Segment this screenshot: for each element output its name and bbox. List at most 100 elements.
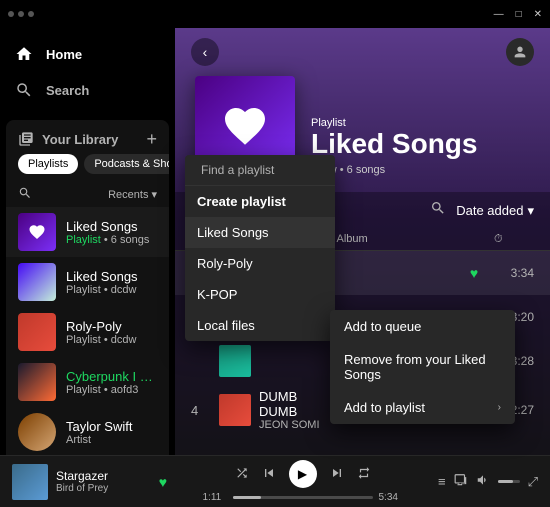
sidebar-label-search: Search	[46, 83, 89, 98]
main-header: ‹	[175, 28, 550, 76]
track-cover	[219, 345, 251, 377]
sort-chevron-icon: ▾	[151, 188, 157, 201]
list-item[interactable]: Liked Songs Playlist • dcdw	[6, 257, 169, 307]
player-heart-button[interactable]: ♥	[159, 474, 167, 490]
fullscreen-icon[interactable]: ⤢	[528, 474, 538, 490]
player-track-info: Stargazer Bird of Prey	[56, 469, 151, 494]
playlist-meta: dcdw • 6 songs	[311, 164, 530, 176]
dot-2	[18, 11, 24, 17]
library-search-icon[interactable]	[18, 186, 32, 203]
time-elapsed: 1:11	[203, 492, 227, 503]
close-button[interactable]: ✕	[534, 9, 542, 20]
item-sub: Playlist • 6 songs	[66, 234, 157, 246]
item-name: Liked Songs	[66, 269, 157, 284]
item-info: Cyberpunk I Retro Future Playlist • aofd…	[66, 369, 157, 396]
playlist-dropdown: Create playlist Liked Songs Roly-Poly K-…	[185, 155, 335, 341]
player-track-name: Stargazer	[56, 469, 151, 483]
play-pause-button[interactable]: ▶	[289, 460, 317, 488]
shuffle-button[interactable]	[235, 466, 249, 483]
title-bar: — □ ✕	[0, 0, 550, 28]
track-details: DUMB DUMB JEON SOMI	[259, 389, 337, 431]
minimize-button[interactable]: —	[494, 9, 504, 20]
home-icon	[14, 44, 34, 64]
recents-label-text: Recents	[108, 189, 148, 201]
list-item[interactable]: Liked Songs Playlist • 6 songs	[6, 207, 169, 257]
item-name: Liked Songs	[66, 219, 157, 234]
library-search-row: Recents ▾	[6, 182, 169, 207]
context-remove-label: Remove from your Liked Songs	[344, 352, 501, 382]
maximize-button[interactable]: □	[516, 9, 522, 20]
next-button[interactable]	[329, 465, 345, 484]
item-sub: Playlist • dcdw	[66, 334, 157, 346]
sidebar-nav: Home Search	[0, 28, 175, 116]
date-filter[interactable]: Date added ▾	[456, 203, 534, 219]
progress-fill	[233, 496, 261, 499]
item-thumbnail	[18, 263, 56, 301]
date-filter-chevron-icon: ▾	[527, 203, 534, 219]
list-item[interactable]: Roly-Poly Playlist • dcdw	[6, 307, 169, 357]
search-tracks-button[interactable]	[430, 200, 446, 221]
dropdown-create-playlist[interactable]: Create playlist	[185, 186, 335, 217]
col-album: Album	[337, 233, 455, 246]
item-name: Roly-Poly	[66, 319, 157, 334]
volume-icon[interactable]	[476, 473, 490, 490]
track-cover	[219, 394, 251, 426]
item-sub: Artist	[66, 434, 157, 446]
sidebar-item-home[interactable]: Home	[0, 36, 175, 72]
context-add-to-queue[interactable]: Add to queue	[330, 310, 515, 343]
search-icon	[14, 80, 34, 100]
track-heart[interactable]: ♥	[454, 265, 494, 281]
player-right: ≡ ⤢	[438, 473, 538, 490]
library-section: Your Library + Playlists Podcasts & Show…	[6, 120, 169, 503]
recents-sort[interactable]: Recents ▾	[108, 188, 157, 201]
date-filter-label: Date added	[456, 203, 523, 218]
library-title-text: Your Library	[42, 132, 118, 147]
dropdown-roly-poly[interactable]: Roly-Poly	[185, 248, 335, 279]
progress-track[interactable]	[233, 496, 373, 499]
progress-row: 1:11 5:34	[203, 492, 403, 503]
player-track-artist: Bird of Prey	[56, 483, 151, 494]
queue-icon[interactable]: ≡	[438, 474, 446, 489]
filter-playlists[interactable]: Playlists	[18, 154, 78, 174]
dropdown-kpop[interactable]: K-POP	[185, 279, 335, 310]
find-playlist-input[interactable]	[201, 163, 335, 177]
title-bar-dots	[8, 11, 34, 17]
player-left: Stargazer Bird of Prey ♥	[12, 464, 167, 500]
playlist-badge: Playlist	[66, 234, 101, 246]
item-info: Liked Songs Playlist • 6 songs	[66, 219, 157, 246]
context-playlist-label: Add to playlist	[344, 400, 425, 415]
item-thumbnail	[18, 213, 56, 251]
time-total: 5:34	[379, 492, 403, 503]
col-duration: ⏱	[494, 233, 534, 246]
dropdown-liked-songs[interactable]: Liked Songs	[185, 217, 335, 248]
previous-button[interactable]	[261, 465, 277, 484]
item-name: Cyberpunk I Retro Future	[66, 369, 157, 384]
dropdown-search	[185, 155, 335, 186]
context-queue-label: Add to queue	[344, 319, 421, 334]
volume-slider[interactable]	[498, 480, 520, 483]
filter-podcasts[interactable]: Podcasts & Shows	[84, 154, 169, 174]
repeat-button[interactable]	[357, 466, 371, 483]
library-add-button[interactable]: +	[146, 130, 157, 148]
item-thumbnail	[18, 413, 56, 451]
context-add-to-playlist[interactable]: Add to playlist ›	[330, 391, 515, 424]
item-thumbnail	[18, 363, 56, 401]
context-remove-liked[interactable]: Remove from your Liked Songs	[330, 343, 515, 391]
window-controls: — □ ✕	[494, 9, 542, 20]
devices-icon[interactable]	[454, 473, 468, 490]
back-button[interactable]: ‹	[191, 38, 219, 66]
sidebar-item-search[interactable]: Search	[0, 72, 175, 108]
user-button[interactable]	[506, 38, 534, 66]
dot-3	[28, 11, 34, 17]
library-title: Your Library	[18, 131, 118, 147]
context-menu: Add to queue Remove from your Liked Song…	[330, 310, 515, 424]
track-num: 4	[191, 403, 219, 418]
track-info: DUMB DUMB JEON SOMI	[219, 389, 337, 431]
list-item[interactable]: Cyberpunk I Retro Future Playlist • aofd…	[6, 357, 169, 407]
list-item[interactable]: Taylor Swift Artist	[6, 407, 169, 457]
track-artist: JEON SOMI	[259, 419, 337, 431]
playlist-info: Playlist Liked Songs dcdw • 6 songs	[311, 117, 530, 176]
item-info: Taylor Swift Artist	[66, 419, 157, 446]
library-header: Your Library +	[6, 120, 169, 154]
dropdown-local-files[interactable]: Local files	[185, 310, 335, 341]
